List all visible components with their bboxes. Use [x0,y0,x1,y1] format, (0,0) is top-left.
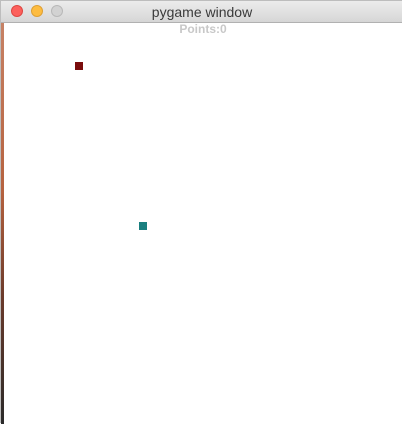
title-bar[interactable]: pygame window [1,1,402,23]
snake-head [139,222,147,230]
food-block [75,62,83,70]
game-canvas[interactable]: Points:0 [4,22,402,423]
score-label: Points:0 [179,22,227,36]
window-title: pygame window [151,4,253,20]
pygame-window: pygame window Points:0 [0,0,402,424]
